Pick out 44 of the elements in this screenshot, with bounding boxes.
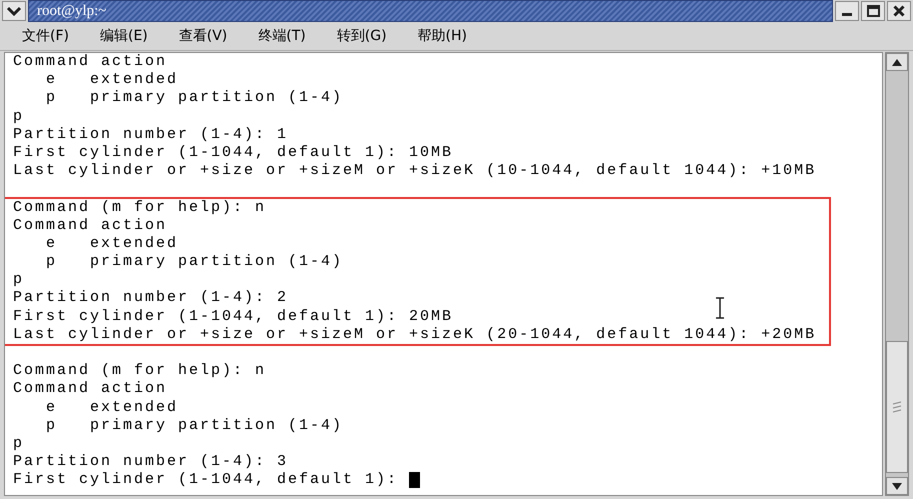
terminal-line: Command action	[13, 216, 168, 235]
window-menu-button[interactable]	[2, 1, 26, 21]
terminal-line: First cylinder (1-1044, default 1): 10MB	[13, 144, 454, 162]
terminal-line: Command (m for help): n	[13, 198, 266, 217]
terminal-line: First cylinder (1-1044, default 1): 20MB	[13, 308, 454, 326]
close-icon	[893, 5, 905, 17]
terminal-line: Last cylinder or +size or +sizeM or +sizeK (20-1044, default 1044): +20MB	[13, 326, 816, 344]
scroll-thumb[interactable]	[886, 341, 908, 473]
terminal-line: Command action	[13, 53, 168, 72]
terminal-line: p	[13, 271, 24, 290]
up-arrow-icon	[892, 58, 902, 66]
maximize-icon	[866, 5, 880, 17]
chevron-down-icon	[7, 6, 21, 16]
i-beam-cursor-icon	[715, 297, 725, 319]
terminal-line: Partition number (1-4): 2	[13, 289, 288, 308]
scrollbar[interactable]	[885, 52, 909, 496]
minimize-button[interactable]	[835, 1, 859, 21]
down-arrow-icon	[892, 482, 902, 490]
menu-item[interactable]: 编辑(E)	[100, 27, 148, 45]
close-button[interactable]	[887, 1, 911, 21]
terminal-line: p	[13, 434, 24, 454]
menu-item[interactable]: 帮助(H)	[418, 27, 467, 45]
terminal-line: p	[13, 108, 24, 126]
terminal-line: p primary partition (1-4)	[45, 416, 344, 435]
window-title: root@ylp:~	[37, 2, 106, 20]
maximize-button[interactable]	[861, 1, 885, 21]
terminal-line: Last cylinder or +size or +sizeM or +sizeK (10-1044, default 1044): +10MB	[13, 162, 816, 180]
terminal-line: First cylinder (1-1044, default 1):	[13, 471, 400, 490]
menu-item[interactable]: 终端(T)	[258, 27, 306, 45]
scroll-up-button[interactable]	[886, 53, 908, 71]
terminal-line: e extended	[45, 71, 178, 90]
menu-item[interactable]: 查看(V)	[178, 27, 228, 45]
terminal-line: Partition number (1-4): 3	[13, 453, 288, 472]
scroll-down-button[interactable]	[886, 477, 908, 495]
terminal-line: Partition number (1-4): 1	[13, 126, 288, 144]
menu-item[interactable]: 转到(G)	[336, 27, 387, 45]
terminal-line: e extended	[45, 234, 178, 254]
minimize-icon	[842, 13, 852, 16]
terminal-line: Command action	[13, 380, 168, 399]
menu-item[interactable]: 文件(F)	[22, 27, 69, 45]
terminal-line: p primary partition (1-4)	[45, 253, 344, 272]
terminal-line: Command (m for help): n	[13, 362, 266, 380]
terminal-line: e extended	[45, 398, 178, 417]
terminal-line: p primary partition (1-4)	[45, 89, 344, 108]
